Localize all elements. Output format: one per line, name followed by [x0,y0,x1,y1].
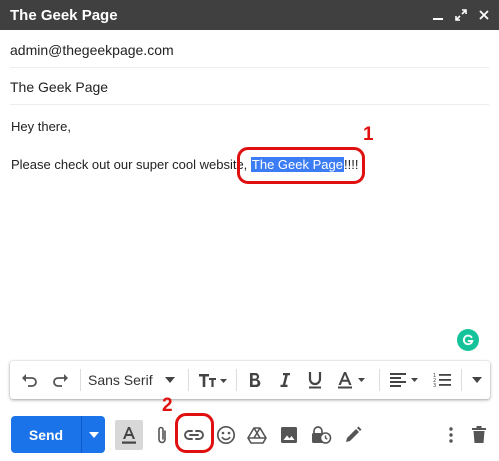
subject-field[interactable]: The Geek Page [10,69,489,105]
compose-title: The Geek Page [10,6,118,24]
annotation-number-1: 1 [363,124,374,145]
toolbar-divider [188,369,189,391]
text-color-icon[interactable] [333,361,373,399]
send-options-icon[interactable] [82,431,105,438]
photo-icon[interactable] [275,416,303,453]
numbered-list-icon[interactable]: 123 [429,361,455,399]
subject-text: The Geek Page [10,78,109,95]
to-field[interactable]: admin@thegeekpage.com [10,32,489,68]
close-icon[interactable] [473,0,495,30]
body-line-start: Please check out our super cool website, [11,157,251,172]
expand-icon[interactable] [450,0,472,30]
annotation-number-2: 2 [162,395,173,416]
font-family-value: Sans Serif [88,372,153,388]
drive-icon[interactable] [243,416,271,453]
compose-title-bar[interactable]: The Geek Page [0,0,499,30]
undo-icon[interactable] [16,361,42,399]
attach-icon[interactable] [148,416,176,453]
insert-link-icon[interactable] [180,416,208,453]
formatting-options-icon[interactable] [115,420,143,450]
align-icon[interactable] [385,361,425,399]
more-options-icon[interactable] [437,416,465,453]
discard-icon[interactable] [465,416,493,453]
body-greeting: Hey there, [11,119,71,134]
formatting-toolbar: Sans Serif 123 [10,361,490,399]
toolbar-divider [80,369,81,391]
confidential-mode-icon[interactable] [307,416,335,453]
font-size-icon[interactable] [195,361,231,399]
send-label: Send [28,426,64,443]
emoji-icon[interactable] [212,416,240,453]
signature-icon[interactable] [339,416,367,453]
toolbar-divider [461,369,462,391]
recipient-email: admin@thegeekpage.com [10,41,174,58]
toolbar-divider [236,369,237,391]
italic-icon[interactable] [273,361,297,399]
redo-icon[interactable] [48,361,74,399]
grammarly-icon[interactable] [457,329,479,351]
chevron-down-icon [164,377,175,383]
annotation-box-1 [237,147,365,184]
more-formatting-icon[interactable] [467,361,487,399]
minimize-icon[interactable] [427,0,449,30]
toolbar-divider [379,369,380,391]
send-button[interactable]: Send [11,416,105,453]
bold-icon[interactable] [243,361,267,399]
font-family-select[interactable]: Sans Serif [88,361,175,399]
svg-text:3: 3 [433,383,436,388]
underline-icon[interactable] [303,361,327,399]
